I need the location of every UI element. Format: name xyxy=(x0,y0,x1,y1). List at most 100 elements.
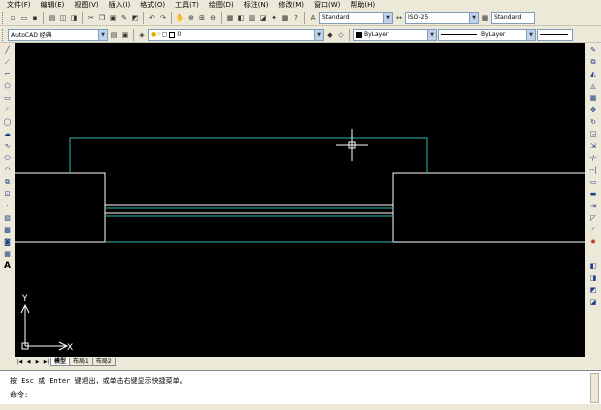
draw-order-front-icon[interactable]: ◧ xyxy=(588,261,599,271)
copy-icon[interactable]: ❐ xyxy=(97,13,107,23)
trim-icon[interactable]: -/- xyxy=(588,153,599,163)
hatch-icon[interactable]: ▨ xyxy=(2,213,13,223)
tab-layout1[interactable]: 布局1 xyxy=(69,357,93,366)
polyline-icon[interactable]: ⌐ xyxy=(2,69,13,79)
spline-icon[interactable]: ∿ xyxy=(2,141,13,151)
arc-icon[interactable]: ◜ xyxy=(2,105,13,115)
array-icon[interactable]: ▦ xyxy=(588,93,599,103)
menu-help[interactable]: 帮助(H) xyxy=(345,0,380,10)
menu-tools[interactable]: 工具(T) xyxy=(170,0,204,10)
table-icon[interactable]: ▦ xyxy=(2,249,13,259)
match-properties-icon[interactable]: ✎ xyxy=(119,13,129,23)
menu-dimension[interactable]: 标注(N) xyxy=(239,0,274,10)
explode-icon[interactable]: ✸ xyxy=(588,237,599,247)
stretch-icon[interactable]: ⇲ xyxy=(588,141,599,151)
tool-palettes-icon[interactable]: ▥ xyxy=(247,13,257,23)
chamfer-icon[interactable]: ◸ xyxy=(588,213,599,223)
workspace-save-icon[interactable]: ▣ xyxy=(120,30,130,40)
next-tab-icon[interactable]: ▶ xyxy=(33,358,42,366)
construction-line-icon[interactable]: ⟋ xyxy=(2,57,13,67)
workspace-settings-icon[interactable]: ▤ xyxy=(109,30,119,40)
print-icon[interactable]: ▤ xyxy=(47,13,57,23)
region-icon[interactable]: ◙ xyxy=(2,237,13,247)
zoom-window-icon[interactable]: ⊞ xyxy=(197,13,207,23)
save-icon[interactable]: ▪ xyxy=(30,13,40,23)
layer-manager-icon[interactable]: ◈ xyxy=(137,30,147,40)
drawing-canvas[interactable]: Y X xyxy=(15,43,585,357)
rectangle-icon[interactable]: ▭ xyxy=(2,93,13,103)
ucs-x-label: X xyxy=(67,343,73,353)
point-icon[interactable]: · xyxy=(2,201,13,211)
menu-format[interactable]: 格式(O) xyxy=(135,0,170,10)
calculator-icon[interactable]: ▩ xyxy=(280,13,290,23)
ellipse-icon[interactable]: ⬭ xyxy=(2,153,13,163)
command-scrollbar[interactable] xyxy=(590,373,599,403)
join-icon[interactable]: ⇥ xyxy=(588,201,599,211)
ellipse-arc-icon[interactable]: ◠ xyxy=(2,165,13,175)
insert-block-icon[interactable]: ⧉ xyxy=(2,177,13,187)
cut-icon[interactable]: ✂ xyxy=(86,13,96,23)
fillet-icon[interactable]: ◜ xyxy=(588,225,599,235)
erase-icon[interactable]: ✎ xyxy=(588,45,599,55)
make-current-layer-icon[interactable]: ◆ xyxy=(325,30,335,40)
toolbar-grip[interactable] xyxy=(2,28,5,41)
break-icon[interactable]: ▬ xyxy=(588,189,599,199)
table-style-select[interactable]: Standard xyxy=(491,11,535,24)
preview-icon[interactable]: ◫ xyxy=(58,13,68,23)
break-at-point-icon[interactable]: ▭ xyxy=(588,177,599,187)
toolbar-grip[interactable] xyxy=(2,11,5,24)
tab-layout2[interactable]: 布局2 xyxy=(91,357,116,366)
menu-file[interactable]: 文件(F) xyxy=(2,0,36,10)
offset-icon[interactable]: ◬ xyxy=(588,81,599,91)
menu-insert[interactable]: 插入(I) xyxy=(104,0,136,10)
dim-style-select[interactable]: ISO-25 ▼ xyxy=(405,11,479,24)
command-prompt[interactable]: 命令: xyxy=(10,390,28,400)
menu-edit[interactable]: 编辑(E) xyxy=(36,0,70,10)
prev-tab-icon[interactable]: ◀ xyxy=(24,358,33,366)
circle-tool-icon[interactable]: ◯ xyxy=(2,117,13,127)
line-tool-icon[interactable]: ╱ xyxy=(2,45,13,55)
color-select[interactable]: ByLayer ▼ xyxy=(353,28,437,41)
undo-icon[interactable]: ↶ xyxy=(147,13,157,23)
workspace-select[interactable]: AutoCAD 经典 ▼ xyxy=(8,28,108,41)
redo-icon[interactable]: ↷ xyxy=(158,13,168,23)
properties-icon[interactable]: ▦ xyxy=(225,13,235,23)
mirror-icon[interactable]: ◭ xyxy=(588,69,599,79)
new-file-icon[interactable]: ▫ xyxy=(8,13,18,23)
linetype-select[interactable]: ByLayer ▼ xyxy=(438,28,536,41)
rotate-icon[interactable]: ↻ xyxy=(588,117,599,127)
revision-cloud-icon[interactable]: ☁ xyxy=(2,129,13,139)
draw-order-above-icon[interactable]: ◩ xyxy=(588,285,599,295)
polygon-icon[interactable]: ⬠ xyxy=(2,81,13,91)
draw-order-back-icon[interactable]: ◨ xyxy=(588,273,599,283)
layer-previous-icon[interactable]: ◇ xyxy=(336,30,346,40)
scale-icon[interactable]: ◲ xyxy=(588,129,599,139)
sheet-set-icon[interactable]: ◪ xyxy=(258,13,268,23)
menu-view[interactable]: 视图(V) xyxy=(69,0,103,10)
layer-select[interactable]: ● ☼ ▢ 0 ▼ xyxy=(148,28,324,41)
publish-icon[interactable]: ◨ xyxy=(69,13,79,23)
design-center-icon[interactable]: ◧ xyxy=(236,13,246,23)
pan-icon[interactable]: ✋ xyxy=(175,13,185,23)
zoom-realtime-icon[interactable]: ⊕ xyxy=(186,13,196,23)
make-block-icon[interactable]: ⊡ xyxy=(2,189,13,199)
menu-window[interactable]: 窗口(W) xyxy=(309,0,345,10)
markup-icon[interactable]: ✦ xyxy=(269,13,279,23)
text-tool-icon[interactable]: A xyxy=(2,261,13,271)
tab-model[interactable]: 模型 xyxy=(50,357,71,366)
move-icon[interactable]: ✥ xyxy=(588,105,599,115)
gradient-icon[interactable]: ▩ xyxy=(2,225,13,235)
block-editor-icon[interactable]: ◩ xyxy=(130,13,140,23)
menu-draw[interactable]: 绘图(D) xyxy=(204,0,239,10)
open-file-icon[interactable]: ▭ xyxy=(19,13,29,23)
extend-icon[interactable]: --| xyxy=(588,165,599,175)
first-tab-icon[interactable]: |◀ xyxy=(15,358,24,366)
copy-object-icon[interactable]: ⧉ xyxy=(588,57,599,67)
lineweight-select[interactable] xyxy=(537,28,573,41)
zoom-previous-icon[interactable]: ⊖ xyxy=(208,13,218,23)
menu-modify[interactable]: 修改(M) xyxy=(273,0,309,10)
paste-icon[interactable]: ▣ xyxy=(108,13,118,23)
help-icon[interactable]: ? xyxy=(291,13,301,23)
draw-order-below-icon[interactable]: ◪ xyxy=(588,297,599,307)
text-style-select[interactable]: Standard ▼ xyxy=(319,11,393,24)
